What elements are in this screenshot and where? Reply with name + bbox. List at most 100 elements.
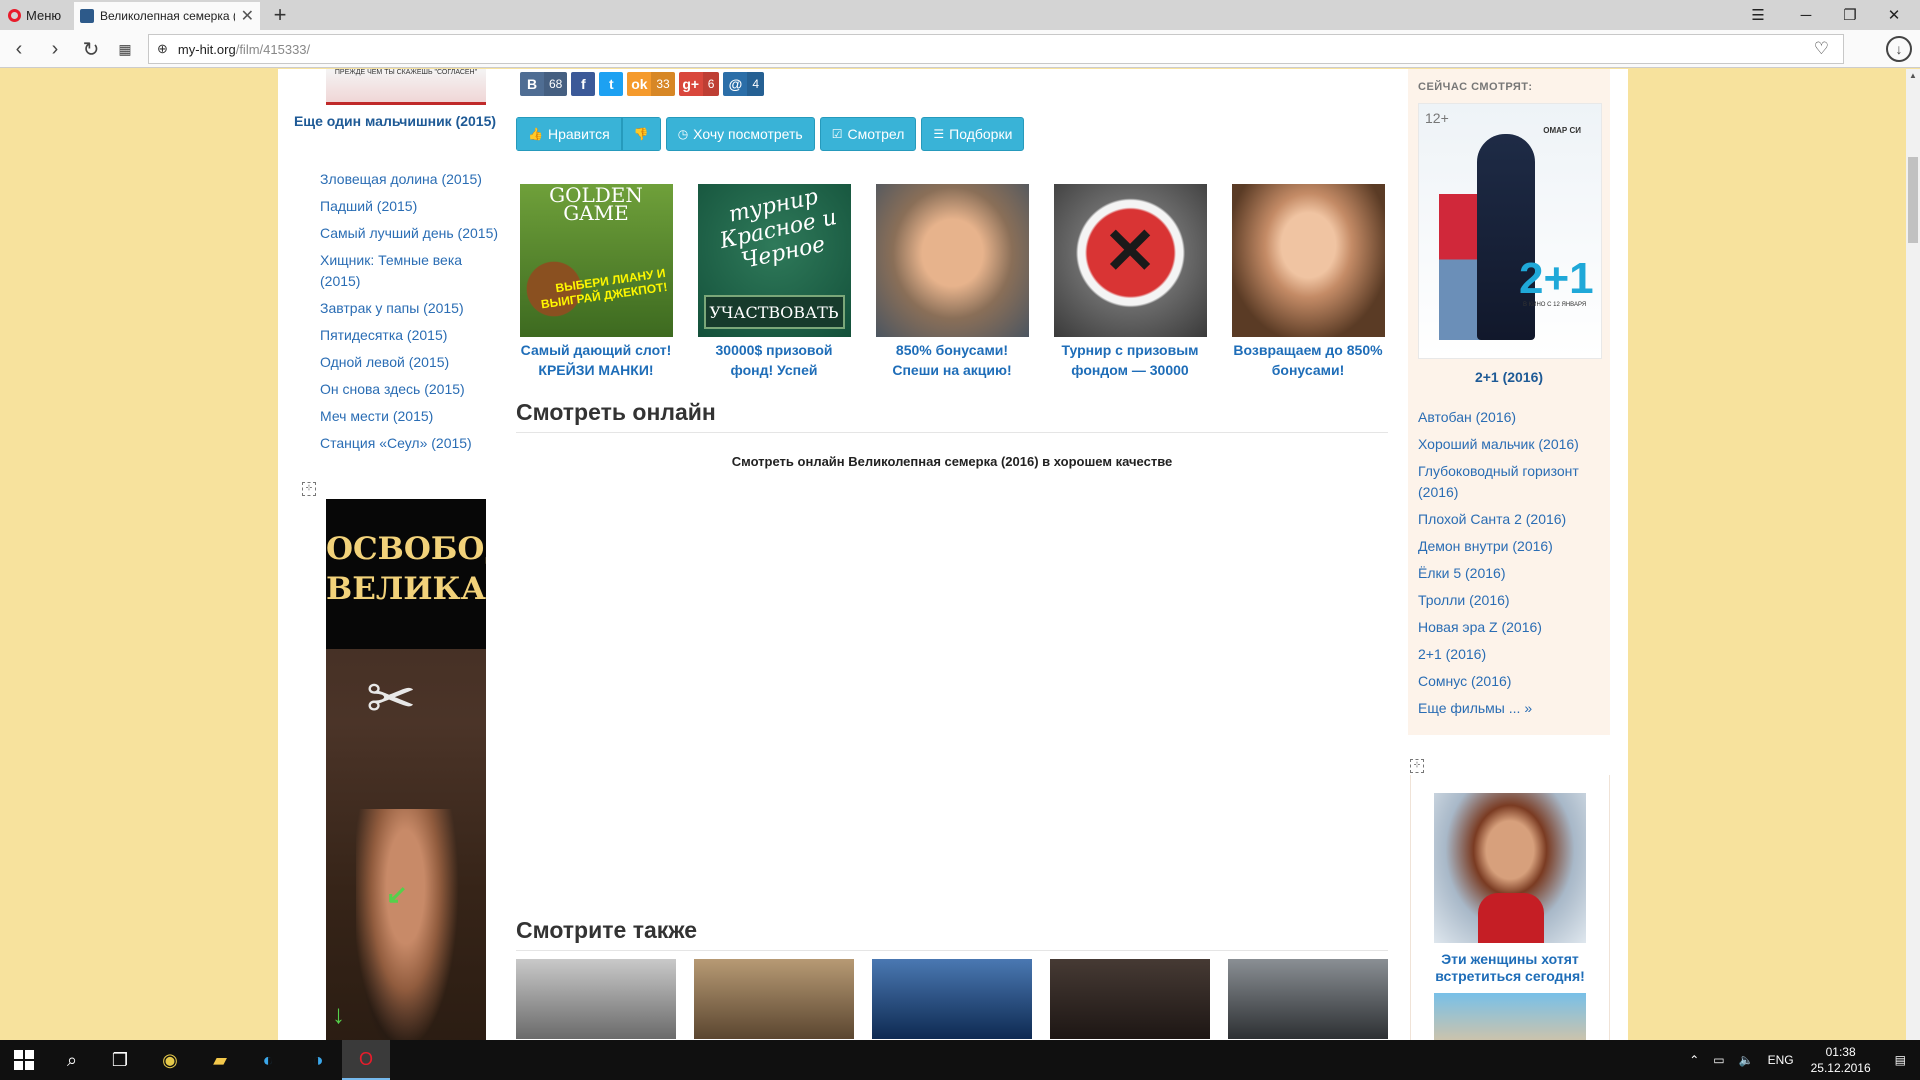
left-banner-ad[interactable]: ОСВОБОДИ ВЕЛИКАНШУ ✂ ↙ ↓ [326, 499, 486, 1040]
tab-close-icon[interactable]: ✕ [241, 6, 254, 26]
see-also-heading: Смотрите также [516, 917, 1388, 951]
left-featured-poster[interactable]: ПРЕЖДЕ ЧЕМ ТЫ СКАЖЕШЬ "СОГЛАСЕН" [326, 69, 486, 105]
network-icon[interactable]: ▭ [1706, 1053, 1731, 1067]
speed-dial-icon[interactable]: ▦ [112, 36, 138, 62]
reload-icon[interactable]: ↻ [78, 36, 104, 62]
left-film-link[interactable]: Пятидесятка (2015) [320, 325, 500, 346]
volume-icon[interactable]: 🔈 [1732, 1053, 1761, 1067]
now-watching-link[interactable]: Тролли (2016) [1418, 590, 1600, 611]
back-icon[interactable]: ‹ [6, 36, 32, 62]
opera-taskbar-icon[interactable]: O [342, 1040, 390, 1080]
collections-button[interactable]: ☰ Подборки [921, 117, 1025, 151]
share-odnoklassniki-button[interactable]: ok 33 [627, 72, 675, 96]
video-player-area[interactable] [516, 479, 1388, 899]
ad-caption[interactable]: Возвращаем до 850% бонусами! [1228, 340, 1388, 380]
start-button[interactable] [0, 1040, 48, 1080]
collections-label: Подборки [949, 126, 1013, 142]
right-banner-ad[interactable]: Эти женщины хотят встретиться сегодня! [1410, 775, 1610, 1040]
share-count: 33 [651, 72, 675, 96]
language-indicator[interactable]: ENG [1761, 1053, 1801, 1067]
page-scrollbar[interactable]: ▲ [1906, 69, 1920, 1040]
share-mail-button[interactable]: @4 [723, 72, 765, 96]
now-watching-link[interactable]: Плохой Санта 2 (2016) [1418, 509, 1600, 530]
app-icon[interactable]: ◑ [294, 1040, 342, 1080]
now-watching-link[interactable]: Демон внутри (2016) [1418, 536, 1600, 557]
left-film-link[interactable]: Самый лучший день (2015) [320, 223, 500, 244]
left-film-link[interactable]: Завтрак у папы (2015) [320, 298, 500, 319]
ad-caption[interactable]: 30000$ призовой фонд! Успей [694, 340, 854, 380]
want-to-watch-button[interactable]: ◷ Хочу посмотреть [665, 117, 815, 151]
dislike-button[interactable]: 👎 [621, 117, 661, 151]
close-window-button[interactable]: ✕ [1872, 0, 1916, 30]
ad-caption[interactable]: Самый дающий слот! КРЕЙЗИ МАНКИ! [516, 340, 676, 380]
now-watching-link[interactable]: 2+1 (2016) [1418, 644, 1600, 665]
left-film-link[interactable]: Меч мести (2015) [320, 406, 500, 427]
watched-label: Смотрел [847, 126, 905, 142]
now-watching-link[interactable]: Новая эра Z (2016) [1418, 617, 1600, 638]
ad-photo [1434, 993, 1586, 1040]
now-watching-link[interactable]: Автобан (2016) [1418, 407, 1600, 428]
share-vk-button[interactable]: В 68 [520, 72, 568, 96]
active-tab[interactable]: Великолепная семерка (2 ✕ [74, 2, 260, 30]
share-google-plus-button[interactable]: g+ 6 [678, 72, 720, 96]
ad-item[interactable]: GOLDEN GAME ВЫБЕРИ ЛИАНУ И ВЫИГРАЙ ДЖЕКП… [516, 184, 676, 380]
ad-item[interactable]: Возвращаем до 850% бонусами! [1228, 184, 1388, 380]
left-film-link[interactable]: Он снова здесь (2015) [320, 379, 500, 400]
share-buttons: В 68 f t ok 33 g+ 6 @4 [520, 72, 765, 96]
share-facebook-button[interactable]: f [571, 72, 596, 96]
right-ad-caption[interactable]: Эти женщины хотят встретиться сегодня! [1411, 951, 1609, 985]
share-twitter-button[interactable]: t [599, 72, 624, 96]
now-watching-link[interactable]: Еще фильмы ... » [1418, 698, 1600, 719]
new-tab-button[interactable]: + [268, 2, 292, 28]
left-film-link[interactable]: Станция «Сеул» (2015) [320, 433, 500, 454]
ad-image: ✕ [1053, 184, 1207, 337]
left-film-link[interactable]: Зловещая долина (2015) [320, 169, 500, 190]
like-button[interactable]: 👍 Нравится [516, 117, 622, 151]
ad-item[interactable]: турнир Красное и Черное УЧАСТВОВАТЬ 3000… [694, 184, 854, 380]
windows-taskbar: ⌕ ❐ ◉ ▰ ◐ ◑ O ⌃ ▭ 🔈 ENG 01:38 25.12.2016… [0, 1040, 1920, 1080]
app-icon[interactable]: ◐ [244, 1040, 292, 1080]
now-watching-link[interactable]: Хороший мальчик (2016) [1418, 434, 1600, 455]
ad-caption[interactable]: Турнир с призовым фондом — 30000 [1050, 340, 1210, 380]
film-thumbnail[interactable] [694, 959, 854, 1039]
opera-menu-button[interactable]: Меню [0, 0, 72, 30]
ad-image: турнир Красное и Черное УЧАСТВОВАТЬ [697, 184, 851, 337]
left-film-link[interactable]: Падший (2015) [320, 196, 500, 217]
left-film-link[interactable]: Хищник: Темные века (2015) [320, 250, 500, 292]
left-ad-title: ОСВОБОДИ ВЕЛИКАНШУ [326, 499, 486, 649]
ad-caption[interactable]: 850% бонусами! Спеши на акцию! [872, 340, 1032, 380]
globe-icon: ⊕ [157, 41, 168, 56]
notifications-icon[interactable]: ▤ [1881, 1053, 1920, 1067]
url-field[interactable]: ⊕ my-hit.org/film/415333/ ♡ [148, 34, 1844, 64]
ad-image-title: турнир Красное и Черное [717, 184, 839, 275]
now-watching-link[interactable]: Ёлки 5 (2016) [1418, 563, 1600, 584]
left-featured-title[interactable]: Еще один мальчишник (2015) [290, 111, 500, 132]
chrome-icon[interactable]: ◉ [146, 1040, 194, 1080]
list-icon: ☰ [933, 127, 945, 141]
now-watching-featured-title[interactable]: 2+1 (2016) [1418, 369, 1600, 385]
film-thumbnail[interactable] [516, 959, 676, 1039]
clock[interactable]: 01:38 25.12.2016 [1801, 1044, 1881, 1076]
film-thumbnail[interactable] [1228, 959, 1388, 1039]
now-watching-link[interactable]: Глубоководный горизонт (2016) [1418, 461, 1600, 503]
scroll-up-icon[interactable]: ▲ [1906, 69, 1920, 83]
now-watching-poster[interactable]: 12+ ОМАР СИ 2+1 В КИНО С 12 ЯНВАРЯ [1418, 103, 1602, 359]
download-icon[interactable]: ↓ [1886, 36, 1912, 62]
bookmark-heart-icon[interactable]: ♡ [1814, 39, 1829, 59]
forward-icon[interactable]: › [42, 36, 68, 62]
file-explorer-icon[interactable]: ▰ [196, 1040, 244, 1080]
tab-menu-icon[interactable]: ☰ [1736, 0, 1780, 30]
ad-item[interactable]: ✕ Турнир с призовым фондом — 30000 [1050, 184, 1210, 380]
now-watching-link[interactable]: Сомнус (2016) [1418, 671, 1600, 692]
film-thumbnail[interactable] [1050, 959, 1210, 1039]
watched-button[interactable]: ☑ Смотрел [819, 117, 917, 151]
restore-button[interactable]: ❐ [1828, 0, 1872, 30]
film-thumbnail[interactable] [872, 959, 1032, 1039]
search-icon[interactable]: ⌕ [48, 1040, 96, 1080]
tray-expand-icon[interactable]: ⌃ [1682, 1053, 1706, 1067]
scroll-thumb[interactable] [1908, 157, 1918, 243]
minimize-button[interactable]: ─ [1784, 0, 1828, 30]
left-film-link[interactable]: Одной левой (2015) [320, 352, 500, 373]
task-view-icon[interactable]: ❐ [96, 1040, 144, 1080]
ad-item[interactable]: 850% бонусами! Спеши на акцию! [872, 184, 1032, 380]
